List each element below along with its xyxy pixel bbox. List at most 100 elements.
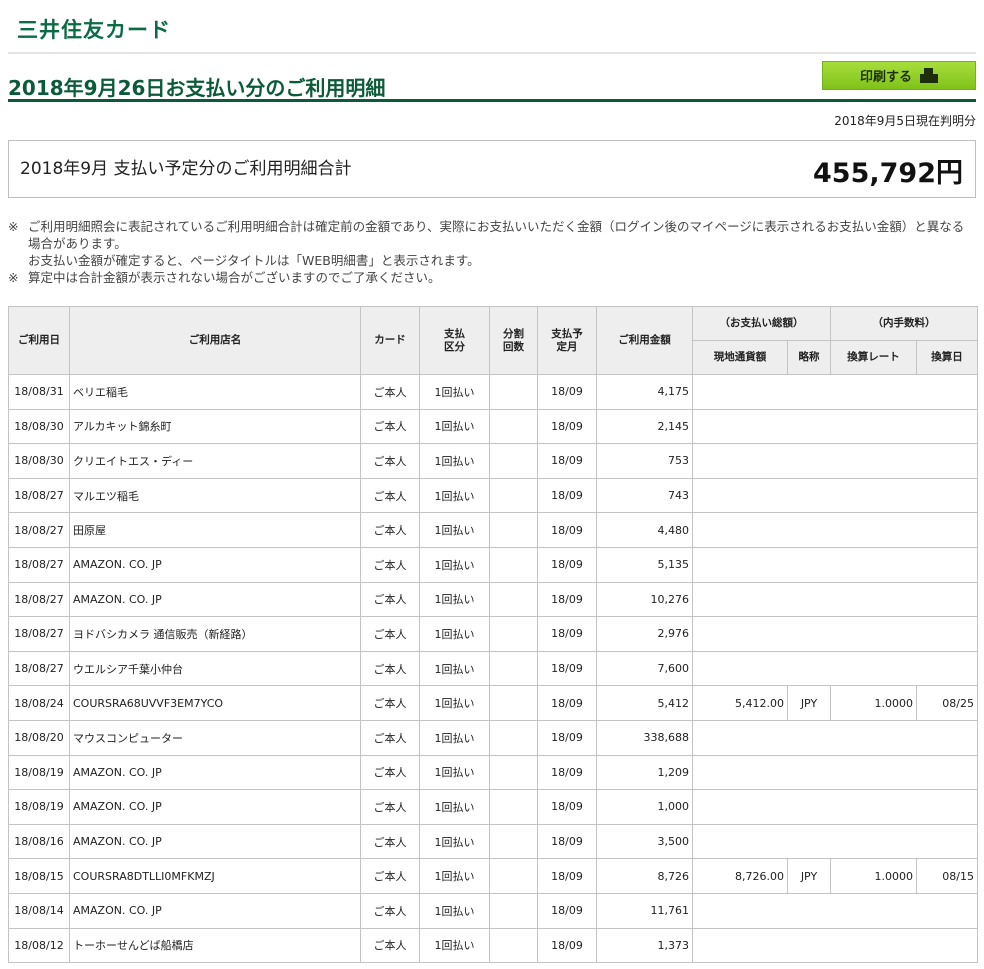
- table-row: 18/08/27 ヨドバシカメラ 通信販売（新経路） ご本人 1回払い 18/09 2,9…: [8, 616, 978, 652]
- cell-local-amount: [692, 823, 978, 860]
- header-conv-date: 換算日: [916, 340, 978, 375]
- table-row: 18/08/31 ベリエ稲毛 ご本人 1回払い 18/09 4,175: [8, 374, 978, 410]
- brand-logo[interactable]: 三井住友カード: [17, 14, 171, 44]
- header-pay-type: 支払区分: [419, 306, 490, 375]
- cell-local-amount: [692, 927, 978, 964]
- cell-card: ご本人: [360, 374, 420, 410]
- cell-amount: 11,761: [596, 892, 693, 929]
- cell-local-amount: [692, 408, 978, 445]
- cell-pay-type: 1回払い: [419, 374, 490, 410]
- cell-shop: クリエイトエス・ディー: [69, 443, 361, 479]
- header-local-amount: 現地通貨額: [692, 340, 788, 375]
- table-row: 18/08/20 マウスコンピューター ご本人 1回払い 18/09 338,688: [8, 719, 978, 756]
- cell-amount: 753: [596, 443, 693, 479]
- cell-installments: [489, 789, 538, 825]
- print-button[interactable]: 印刷する: [822, 61, 976, 90]
- cell-pay-month: 18/09: [537, 581, 597, 618]
- cell-pay-type: 1回払い: [419, 754, 490, 791]
- note-text: ご利用明細照会に表記されているご利用明細合計は確定前の金額であり、実際にお支払い…: [28, 219, 965, 251]
- cell-pay-type: 1回払い: [419, 477, 490, 514]
- header-amount: ご利用金額: [596, 306, 693, 375]
- print-button-label: 印刷する: [859, 70, 912, 85]
- cell-local-amount: [692, 443, 978, 479]
- table-row: 18/08/15 COURSRA8DTLLI0MFKMZJ ご本人 1回払い 18/09…: [8, 858, 978, 894]
- cell-date: 18/08/16: [8, 823, 70, 860]
- cell-pay-type: 1回払い: [419, 408, 490, 445]
- cell-pay-month: 18/09: [537, 616, 597, 652]
- cell-pay-month: 18/09: [537, 754, 597, 791]
- cell-local-amount: [692, 512, 978, 548]
- cell-shop: AMAZON. CO. JP: [69, 823, 361, 860]
- cell-pay-type: 1回払い: [419, 892, 490, 929]
- cell-installments: [489, 719, 538, 756]
- cell-card: ご本人: [360, 719, 420, 756]
- cell-date: 18/08/27: [8, 650, 70, 687]
- cell-date: 18/08/31: [8, 374, 70, 410]
- cell-installments: [489, 374, 538, 410]
- cell-pay-month: 18/09: [537, 408, 597, 445]
- cell-installments: [489, 546, 538, 583]
- cell-shop: AMAZON. CO. JP: [69, 581, 361, 618]
- cell-shop: ベリエ稲毛: [69, 374, 361, 410]
- cell-shop: COURSRA8DTLLI0MFKMZJ: [69, 858, 361, 894]
- cell-amount: 1,209: [596, 754, 693, 791]
- cell-pay-type: 1回払い: [419, 512, 490, 548]
- cell-date: 18/08/30: [8, 443, 70, 479]
- cell-installments: [489, 408, 538, 445]
- cell-installments: [489, 858, 538, 894]
- note-item: ※ ご利用明細照会に表記されているご利用明細合計は確定前の金額であり、実際にお支払…: [8, 218, 976, 252]
- cell-card: ご本人: [360, 927, 420, 964]
- header-rate: 換算レート: [830, 340, 917, 375]
- cell-pay-month: 18/09: [537, 477, 597, 514]
- statement-rows: 18/08/31 ベリエ稲毛 ご本人 1回払い 18/09 4,175 18/08/30 アル…: [8, 374, 978, 964]
- header-foreign-total: （お支払い総額）: [692, 306, 831, 341]
- cell-pay-type: 1回払い: [419, 927, 490, 964]
- cell-date: 18/08/27: [8, 477, 70, 514]
- cell-pay-type: 1回払い: [419, 789, 490, 825]
- cell-local-amount: [692, 719, 978, 756]
- cell-local-amount: [692, 374, 978, 410]
- statement-table: ご利用日 ご利用店名 カード 支払区分 分割回数 支払予定月 ご利用金額 （お支…: [8, 306, 978, 964]
- cell-amount: 2,976: [596, 616, 693, 652]
- cell-date: 18/08/27: [8, 546, 70, 583]
- cell-date: 18/08/27: [8, 581, 70, 618]
- cell-pay-month: 18/09: [537, 823, 597, 860]
- cell-shop: マルエツ稲毛: [69, 477, 361, 514]
- cell-installments: [489, 512, 538, 548]
- header-card: カード: [360, 306, 420, 375]
- table-row: 18/08/19 AMAZON. CO. JP ご本人 1回払い 18/09 1,209: [8, 754, 978, 791]
- header-date: ご利用日: [8, 306, 70, 375]
- cell-installments: [489, 443, 538, 479]
- cell-pay-type: 1回払い: [419, 650, 490, 687]
- cell-amount: 7,600: [596, 650, 693, 687]
- header-fee: （内手数料）: [830, 306, 978, 341]
- cell-card: ご本人: [360, 858, 420, 894]
- cell-amount: 1,000: [596, 789, 693, 825]
- cell-rate: 1.0000: [830, 685, 917, 721]
- cell-pay-month: 18/09: [537, 789, 597, 825]
- header-currency: 略称: [787, 340, 831, 375]
- table-row: 18/08/30 クリエイトエス・ディー ご本人 1回払い 18/09 753: [8, 443, 978, 479]
- note-text: お支払い金額が確定すると、ページタイトルは「WEB明細書」と表示されます。: [28, 253, 480, 268]
- cell-card: ご本人: [360, 823, 420, 860]
- cell-conv-date: 08/25: [916, 685, 978, 721]
- cell-pay-month: 18/09: [537, 685, 597, 721]
- table-row: 18/08/27 AMAZON. CO. JP ご本人 1回払い 18/09 5,135: [8, 546, 978, 583]
- table-row: 18/08/14 AMAZON. CO. JP ご本人 1回払い 18/09 11,761: [8, 892, 978, 929]
- cell-installments: [489, 477, 538, 514]
- cell-shop: AMAZON. CO. JP: [69, 789, 361, 825]
- cell-card: ご本人: [360, 408, 420, 445]
- cell-amount: 338,688: [596, 719, 693, 756]
- cell-card: ご本人: [360, 581, 420, 618]
- cell-date: 18/08/19: [8, 789, 70, 825]
- cell-date: 18/08/27: [8, 512, 70, 548]
- as-of-date: 2018年9月5日現在判明分: [834, 114, 976, 128]
- cell-pay-month: 18/09: [537, 858, 597, 894]
- note-text: 算定中は合計金額が表示されない場合がございますのでご了承ください。: [28, 270, 441, 285]
- summary-total-amount: 455,792円: [813, 158, 963, 189]
- cell-amount: 1,373: [596, 927, 693, 964]
- cell-pay-type: 1回払い: [419, 685, 490, 721]
- cell-date: 18/08/12: [8, 927, 70, 964]
- cell-installments: [489, 754, 538, 791]
- cell-shop: ヨドバシカメラ 通信販売（新経路）: [69, 616, 361, 652]
